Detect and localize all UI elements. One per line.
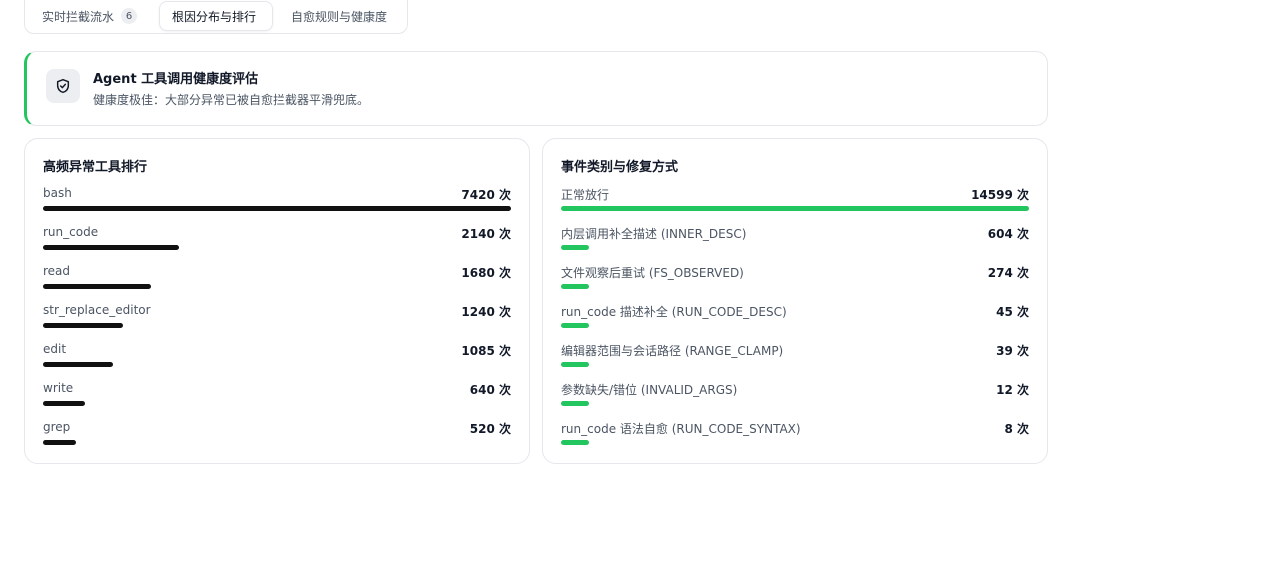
tool-row: read 1680 次 (43, 264, 511, 303)
tool-bar-track (43, 323, 511, 328)
tool-row: edit 1085 次 (43, 342, 511, 381)
tool-bar-track (43, 206, 511, 211)
tool-ranking-panel: 高频异常工具排行 bash 7420 次 run_code 2140 次 read 168… (24, 138, 530, 464)
tool-name: edit (43, 342, 67, 356)
tool-bar-track (43, 362, 511, 367)
tool-bar (43, 362, 113, 367)
tool-row: str_replace_editor 1240 次 (43, 303, 511, 342)
tool-bar-track (43, 440, 511, 445)
event-row: 编辑器范围与会话路径 (RANGE_CLAMP) 39 次 (561, 342, 1029, 381)
event-row: 参数缺失/错位 (INVALID_ARGS) 12 次 (561, 381, 1029, 420)
tool-ranking-list: bash 7420 次 run_code 2140 次 read 1680 次 str_re… (43, 186, 511, 459)
event-count: 604 次 (987, 227, 1029, 241)
event-name: run_code 语法自愈 (RUN_CODE_SYNTAX) (561, 422, 801, 436)
event-bar (561, 401, 589, 406)
event-name: run_code 描述补全 (RUN_CODE_DESC) (561, 305, 787, 319)
event-row: run_code 语法自愈 (RUN_CODE_SYNTAX) 8 次 (561, 420, 1029, 459)
event-bar-track (561, 245, 1029, 250)
event-bar-track (561, 440, 1029, 445)
tool-bar (43, 284, 151, 289)
event-name: 编辑器范围与会话路径 (RANGE_CLAMP) (561, 344, 784, 358)
event-count: 274 次 (987, 266, 1029, 280)
tool-name: read (43, 264, 71, 278)
event-count: 45 次 (996, 305, 1029, 319)
event-bar-track (561, 206, 1029, 211)
event-bar-track (561, 401, 1029, 406)
health-title: Agent 工具调用健康度评估 (93, 72, 259, 87)
event-name: 内层调用补全描述 (INNER_DESC) (561, 227, 747, 241)
event-count: 14599 次 (971, 188, 1029, 202)
tab-self-heal-rules[interactable]: 自愈规则与健康度 (291, 1, 387, 31)
event-count: 39 次 (996, 344, 1029, 358)
event-bar-track (561, 323, 1029, 328)
event-name: 文件观察后重试 (FS_OBSERVED) (561, 266, 744, 280)
tool-name: str_replace_editor (43, 303, 151, 317)
tool-row: bash 7420 次 (43, 186, 511, 225)
panel-title: 事件类别与修复方式 (561, 160, 679, 175)
tab-label: 自愈规则与健康度 (291, 9, 388, 24)
tool-bar (43, 440, 76, 445)
shield-check-icon (46, 69, 80, 103)
tool-count: 1085 次 (461, 344, 511, 358)
tab-label: 实时拦截流水 (42, 9, 115, 24)
tab-root-cause[interactable]: 根因分布与排行 (159, 1, 273, 31)
tab-label: 根因分布与排行 (172, 9, 257, 24)
tool-row: run_code 2140 次 (43, 225, 511, 264)
panel-title: 高频异常工具排行 (43, 160, 148, 175)
event-row: 正常放行 14599 次 (561, 186, 1029, 225)
tab-count-badge: 6 (121, 8, 138, 24)
event-bar-track (561, 284, 1029, 289)
tool-name: run_code (43, 225, 99, 239)
tool-name: grep (43, 420, 71, 434)
event-count: 8 次 (1004, 422, 1029, 436)
event-count: 12 次 (996, 383, 1029, 397)
event-bar (561, 323, 589, 328)
tool-count: 640 次 (469, 383, 511, 397)
tool-bar (43, 401, 85, 406)
tool-bar-track (43, 245, 511, 250)
event-bar (561, 206, 1029, 211)
tab-realtime-intercept[interactable]: 实时拦截流水 6 (42, 1, 138, 31)
event-bar (561, 440, 589, 445)
event-bar (561, 245, 589, 250)
tool-name: write (43, 381, 74, 395)
tool-count: 1680 次 (461, 266, 511, 280)
tool-bar (43, 206, 511, 211)
tool-count: 520 次 (469, 422, 511, 436)
event-row: 文件观察后重试 (FS_OBSERVED) 274 次 (561, 264, 1029, 303)
event-bar (561, 284, 589, 289)
tool-bar-track (43, 401, 511, 406)
tool-row: grep 520 次 (43, 420, 511, 459)
page: 实时拦截流水 6 根因分布与排行 自愈规则与健康度 Agent 工具调用健康度评… (0, 0, 1280, 577)
tool-name: bash (43, 186, 72, 200)
event-name: 正常放行 (561, 188, 610, 202)
event-row: 内层调用补全描述 (INNER_DESC) 604 次 (561, 225, 1029, 264)
tool-count: 1240 次 (461, 305, 511, 319)
health-summary-card: Agent 工具调用健康度评估 健康度极佳：大部分异常已被自愈拦截器平滑兜底。 (24, 51, 1048, 126)
tool-bar (43, 245, 179, 250)
tool-bar-track (43, 284, 511, 289)
health-description: 健康度极佳：大部分异常已被自愈拦截器平滑兜底。 (93, 93, 370, 107)
event-row: run_code 描述补全 (RUN_CODE_DESC) 45 次 (561, 303, 1029, 342)
tool-count: 7420 次 (461, 188, 511, 202)
tool-row: write 640 次 (43, 381, 511, 420)
tool-count: 2140 次 (461, 227, 511, 241)
event-category-panel: 事件类别与修复方式 正常放行 14599 次内层调用补全描述 (INNER_DES… (542, 138, 1048, 464)
event-category-list: 正常放行 14599 次内层调用补全描述 (INNER_DESC) 604 次文件观… (561, 186, 1029, 459)
event-name: 参数缺失/错位 (INVALID_ARGS) (561, 383, 738, 397)
tool-bar (43, 323, 123, 328)
tab-bar: 实时拦截流水 6 根因分布与排行 自愈规则与健康度 (24, 0, 408, 34)
event-bar (561, 362, 589, 367)
event-bar-track (561, 362, 1029, 367)
